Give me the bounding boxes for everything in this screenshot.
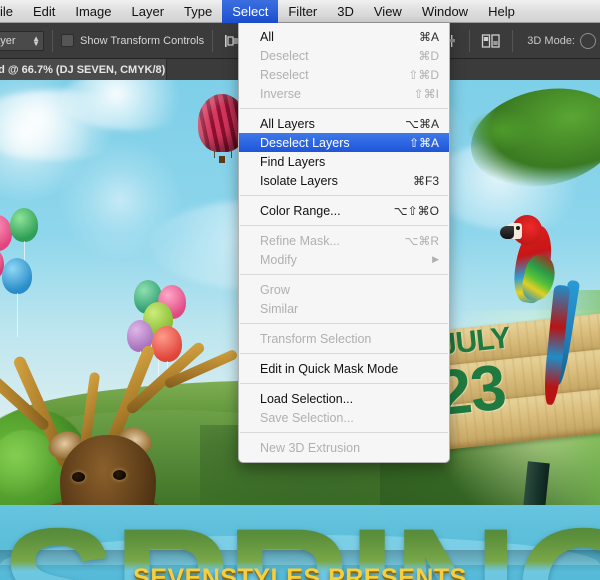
menu-separator <box>240 383 448 384</box>
firework-sparkle <box>55 140 185 260</box>
show-transform-controls-checkbox[interactable] <box>61 34 74 47</box>
menu-item-label: Edit in Quick Mask Mode <box>260 361 399 376</box>
menu-item-color-range[interactable]: Color Range... ⌥⇧⌘O <box>239 201 449 220</box>
menu-item-shortcut: ⇧⌘D <box>408 67 439 82</box>
show-transform-controls-row[interactable]: Show Transform Controls <box>61 34 204 47</box>
menu-item-refine-mask: Refine Mask... ⌥⌘R <box>239 231 449 250</box>
document-tab-title: sd @ 66.7% (DJ SEVEN, CMYK/8) <box>0 63 166 76</box>
menubar-item-file[interactable]: File <box>0 0 23 23</box>
menu-separator <box>240 195 448 196</box>
menubar-item-window[interactable]: Window <box>412 0 478 23</box>
menu-item-edit-in-quick-mask-mode[interactable]: Edit in Quick Mask Mode <box>239 359 449 378</box>
toolbar-divider <box>512 29 514 52</box>
menu-item-label: All <box>260 29 274 44</box>
menu-item-shortcut: ⌥⌘A <box>405 116 439 131</box>
menubar-item-select[interactable]: Select <box>222 0 279 23</box>
foliage-top-right <box>468 110 538 150</box>
balloon <box>10 208 38 285</box>
menu-item-label: Color Range... <box>260 203 341 218</box>
menu-item-label: Inverse <box>260 86 301 101</box>
menu-separator <box>240 108 448 109</box>
menu-item-label: Isolate Layers <box>260 173 338 188</box>
menubar-item-image[interactable]: Image <box>65 0 121 23</box>
menu-item-label: Load Selection... <box>260 391 354 406</box>
menu-item-label: Reselect <box>260 67 309 82</box>
layer-select-dropdown[interactable]: Layer ▲▼ <box>0 30 44 51</box>
menu-item-label: Deselect <box>260 48 309 63</box>
menu-item-shortcut: ⇧⌘I <box>413 86 439 101</box>
menu-item-label: All Layers <box>260 116 315 131</box>
menu-item-deselect: Deselect ⌘D <box>239 46 449 65</box>
deer-eye <box>72 472 85 482</box>
menu-separator <box>240 323 448 324</box>
chevron-updown-icon: ▲ ▼ <box>32 33 40 48</box>
menu-item-find-layers[interactable]: Find Layers <box>239 152 449 171</box>
menu-item-modify: Modify ▶ <box>239 250 449 269</box>
menu-item-shortcut: ⌥⌘R <box>404 233 440 248</box>
menubar-item-help[interactable]: Help <box>478 0 525 23</box>
headline-small: SEVENSTYLES PRESENTS <box>133 564 467 580</box>
options-bar-left-group: Layer ▲▼ Show Transform Controls <box>0 29 265 52</box>
menubar-item-filter[interactable]: Filter <box>278 0 327 23</box>
menubar-item-3d[interactable]: 3D <box>327 0 364 23</box>
menu-item-label: Find Layers <box>260 154 326 169</box>
deer-eye <box>113 470 126 480</box>
menu-item-label: Grow <box>260 282 290 297</box>
menu-bar: File Edit Image Layer Type Select Filter… <box>0 0 600 23</box>
document-tab[interactable]: sd @ 66.7% (DJ SEVEN, CMYK/8) <box>0 59 167 80</box>
menu-item-label: Deselect Layers <box>260 135 350 150</box>
menu-item-transform-selection: Transform Selection <box>239 329 449 348</box>
menu-item-shortcut: ⇧⌘A <box>408 135 439 150</box>
balloon <box>2 258 32 337</box>
menu-item-label: Modify <box>260 252 297 267</box>
menubar-item-layer[interactable]: Layer <box>122 0 175 23</box>
menu-item-all-layers[interactable]: All Layers ⌥⌘A <box>239 114 449 133</box>
menu-item-similar: Similar <box>239 299 449 318</box>
toolbar-divider <box>469 29 471 52</box>
menubar-item-type[interactable]: Type <box>174 0 222 23</box>
toolbar-divider <box>52 29 53 52</box>
layer-select-value: Layer <box>0 34 16 47</box>
select-dropdown-menu: All ⌘A Deselect ⌘D Reselect ⇧⌘D Inverse ⇧⌘I All … <box>238 23 450 463</box>
menu-separator <box>240 274 448 275</box>
menu-item-label: Similar <box>260 301 299 316</box>
menu-item-reselect: Reselect ⇧⌘D <box>239 65 449 84</box>
menu-item-shortcut: ⌘F3 <box>412 173 439 188</box>
menu-item-label: Transform Selection <box>260 331 372 346</box>
show-transform-controls-label: Show Transform Controls <box>80 34 205 47</box>
menu-item-all[interactable]: All ⌘A <box>239 27 449 46</box>
distribute-bottom-edges-icon[interactable] <box>479 31 503 51</box>
photoshop-window: JULY 23 SPRING SEVENSTYLES PRESENTS Laye… <box>0 0 600 580</box>
menu-item-shortcut: ⌥⇧⌘O <box>393 203 439 218</box>
menu-item-save-selection: Save Selection... <box>239 408 449 427</box>
menu-item-deselect-layers[interactable]: Deselect Layers ⇧⌘A <box>239 133 449 152</box>
menu-item-load-selection[interactable]: Load Selection... <box>239 389 449 408</box>
parrot-eye <box>516 226 520 230</box>
menu-item-shortcut: ⌘D <box>418 48 439 63</box>
balloon <box>152 326 182 405</box>
menu-item-isolate-layers[interactable]: Isolate Layers ⌘F3 <box>239 171 449 190</box>
menu-item-label: Refine Mask... <box>260 233 340 248</box>
menu-item-label: New 3D Extrusion <box>260 440 361 455</box>
menu-separator <box>240 353 448 354</box>
parrot-beak <box>500 226 514 239</box>
menu-separator <box>240 225 448 226</box>
3d-mode-label: 3D Mode: <box>527 34 575 47</box>
menu-item-inverse: Inverse ⇧⌘I <box>239 84 449 103</box>
toolbar-divider <box>212 29 214 52</box>
menu-item-grow: Grow <box>239 280 449 299</box>
menubar-item-edit[interactable]: Edit <box>23 0 65 23</box>
submenu-arrow-icon: ▶ <box>432 254 439 264</box>
menu-item-shortcut: ⌘A <box>418 29 439 44</box>
menubar-item-view[interactable]: View <box>364 0 412 23</box>
menu-item-label: Save Selection... <box>260 410 354 425</box>
menu-separator <box>240 432 448 433</box>
3d-orbit-icon[interactable] <box>580 32 596 49</box>
menu-item-new-3d-extrusion: New 3D Extrusion <box>239 438 449 457</box>
